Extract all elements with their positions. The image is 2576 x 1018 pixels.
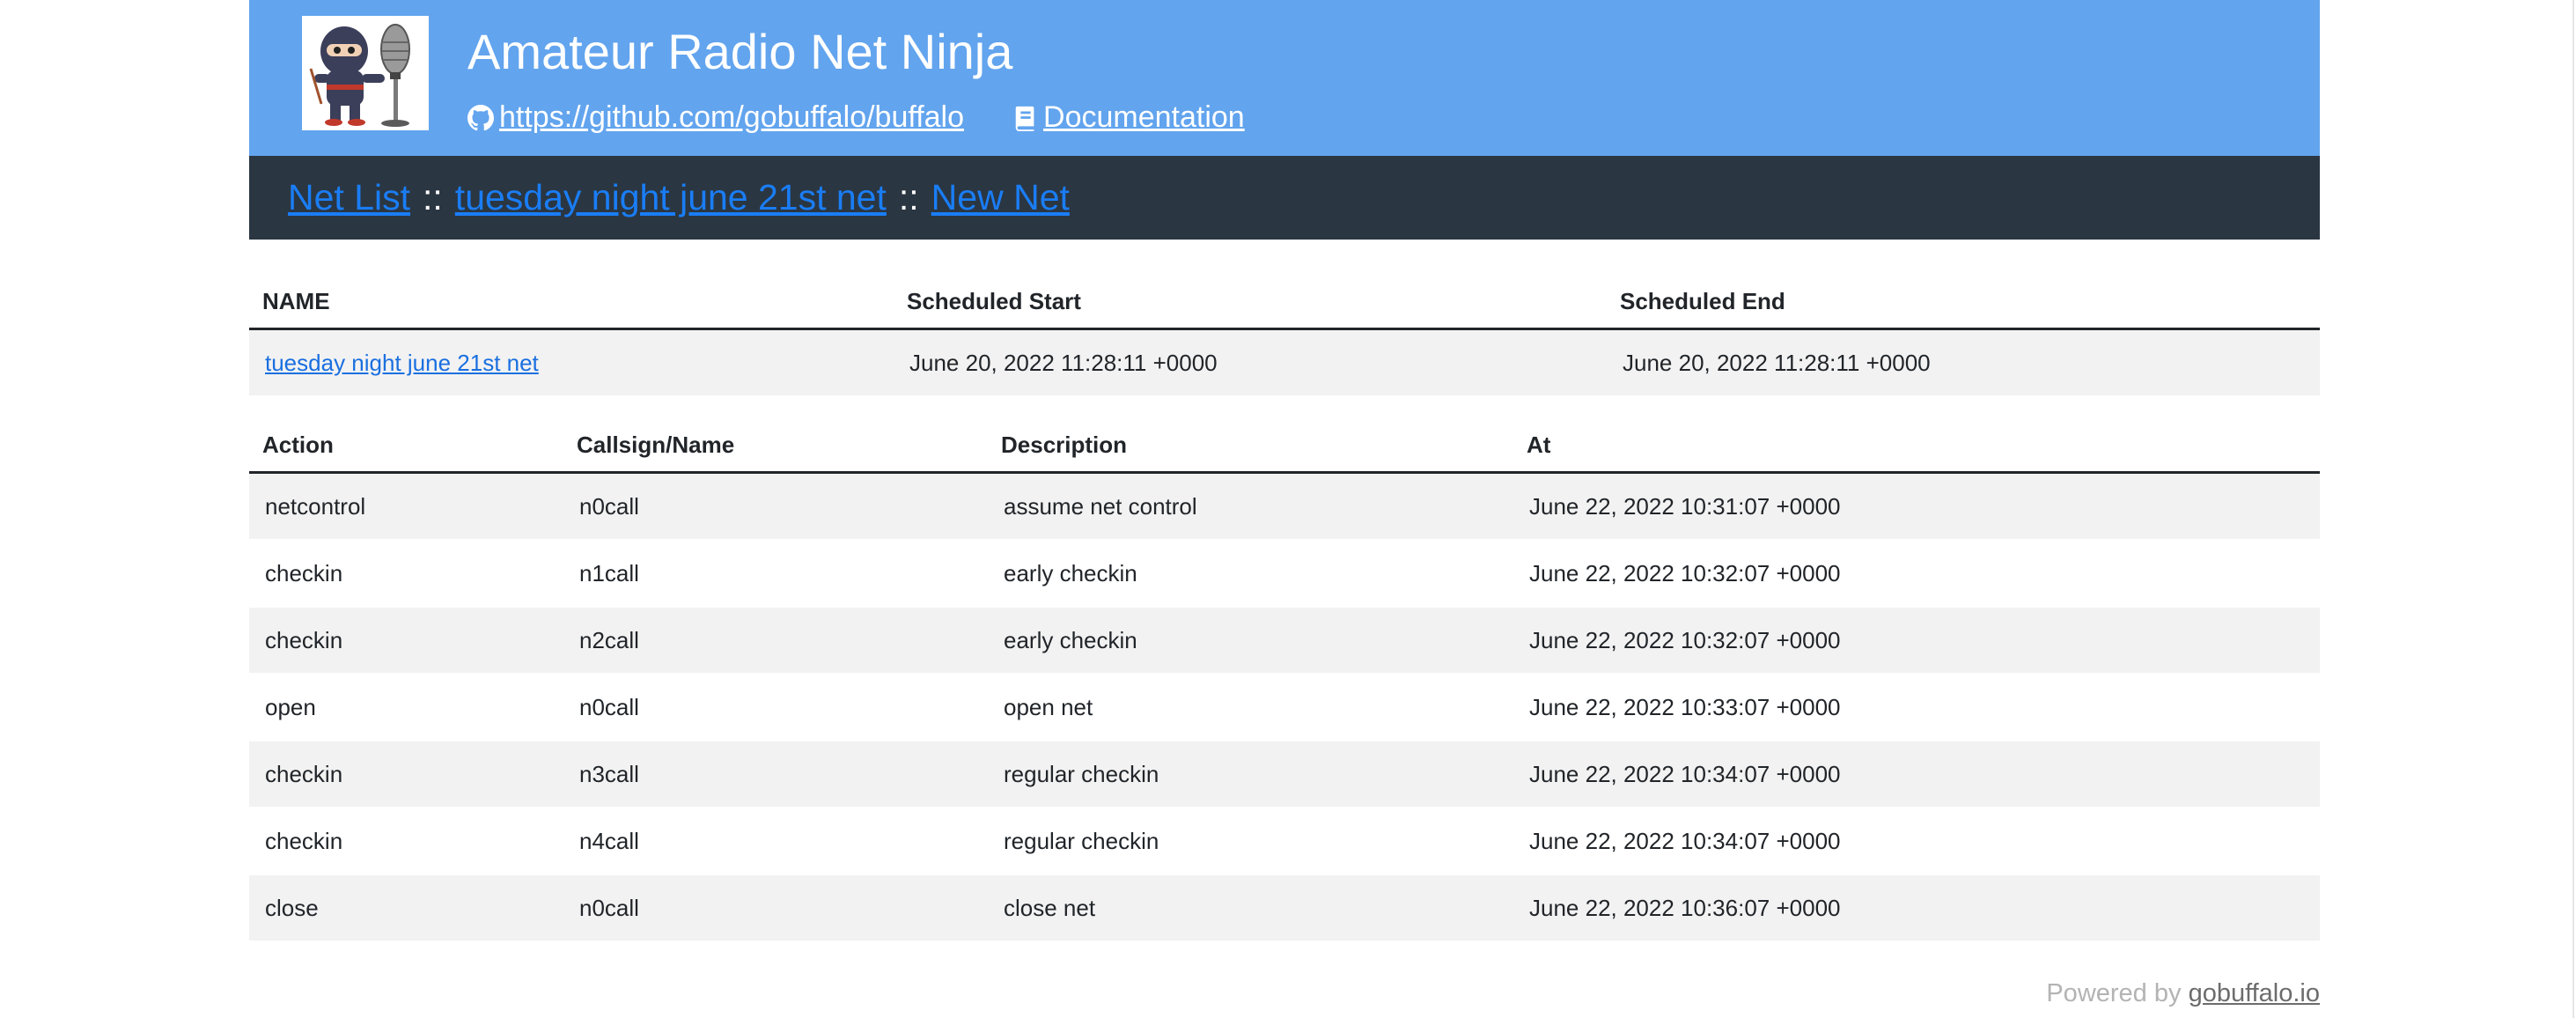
footer-prefix: Powered by	[2046, 979, 2182, 1007]
net-table-header-name: NAME	[249, 275, 894, 330]
table-row: close n0call close net June 22, 2022 10:…	[249, 874, 2320, 942]
table-row: tuesday night june 21st net June 20, 202…	[249, 328, 2320, 397]
event-action: netcontrol	[249, 472, 563, 541]
nav-separator: ::	[423, 177, 443, 218]
event-at: June 22, 2022 10:32:07 +0000	[1513, 607, 2320, 675]
event-description: close net	[988, 874, 1513, 942]
event-action: open	[249, 674, 563, 741]
site-footer: Powered by gobuffalo.io	[2046, 979, 2320, 1008]
site-header: Amateur Radio Net Ninja https://github.c…	[249, 0, 2320, 156]
table-row: checkin n2call early checkin June 22, 20…	[249, 607, 2320, 675]
net-table: NAME Scheduled Start Scheduled End tuesd…	[249, 275, 2320, 397]
event-at: June 22, 2022 10:33:07 +0000	[1513, 674, 2320, 741]
event-callsign: n4call	[563, 808, 988, 875]
event-at: June 22, 2022 10:36:07 +0000	[1513, 874, 2320, 942]
documentation-link-text: Documentation	[1043, 100, 1245, 134]
event-callsign: n1call	[563, 540, 988, 608]
nav-separator: ::	[898, 177, 919, 218]
site-title: Amateur Radio Net Ninja	[467, 24, 1013, 79]
events-table: Action Callsign/Name Description At netc…	[249, 418, 2320, 942]
ninja-logo-icon	[302, 16, 429, 130]
event-action: checkin	[249, 540, 563, 608]
event-description: open net	[988, 674, 1513, 741]
event-action: checkin	[249, 808, 563, 875]
table-row: checkin n3call regular checkin June 22, …	[249, 741, 2320, 808]
net-table-header-end: Scheduled End	[1607, 275, 2320, 330]
event-callsign: n0call	[563, 674, 988, 741]
events-table-header-row: Action Callsign/Name Description At	[249, 418, 2320, 474]
event-callsign: n2call	[563, 607, 988, 675]
events-header-description: Description	[988, 418, 1513, 474]
page-container: Amateur Radio Net Ninja https://github.c…	[249, 0, 2320, 1007]
nav-net-list-link[interactable]: Net List	[288, 177, 410, 218]
event-callsign: n0call	[563, 472, 988, 541]
event-description: early checkin	[988, 607, 1513, 675]
event-description: assume net control	[988, 472, 1513, 541]
events-header-callsign: Callsign/Name	[563, 418, 988, 474]
header-links: https://github.com/gobuffalo/buffalo Doc…	[467, 100, 1245, 135]
event-action: checkin	[249, 741, 563, 808]
net-table-header-row: NAME Scheduled Start Scheduled End	[249, 275, 2320, 330]
table-row: checkin n4call regular checkin June 22, …	[249, 808, 2320, 875]
event-callsign: n3call	[563, 741, 988, 808]
github-icon	[467, 104, 494, 130]
breadcrumb-nav: Net List :: tuesday night june 21st net …	[249, 156, 2320, 240]
event-action: close	[249, 874, 563, 942]
table-row: open n0call open net June 22, 2022 10:33…	[249, 674, 2320, 741]
event-at: June 22, 2022 10:34:07 +0000	[1513, 808, 2320, 875]
events-header-at: At	[1513, 418, 2320, 474]
event-description: early checkin	[988, 540, 1513, 608]
table-row: netcontrol n0call assume net control Jun…	[249, 472, 2320, 541]
github-link-text: https://github.com/gobuffalo/buffalo	[499, 100, 965, 134]
net-name-link[interactable]: tuesday night june 21st net	[265, 350, 539, 376]
documentation-link[interactable]: Documentation	[1013, 100, 1245, 135]
net-table-header-start: Scheduled Start	[894, 275, 1607, 330]
event-at: June 22, 2022 10:31:07 +0000	[1513, 472, 2320, 541]
table-row: checkin n1call early checkin June 22, 20…	[249, 540, 2320, 608]
events-header-action: Action	[249, 418, 563, 474]
net-start-cell: June 20, 2022 11:28:11 +0000	[894, 328, 1607, 397]
net-end-cell: June 20, 2022 11:28:11 +0000	[1607, 328, 2320, 397]
event-description: regular checkin	[988, 808, 1513, 875]
net-name-cell: tuesday night june 21st net	[249, 328, 894, 397]
nav-current-net-link[interactable]: tuesday night june 21st net	[455, 177, 887, 218]
nav-new-net-link[interactable]: New Net	[931, 177, 1070, 218]
book-icon	[1015, 106, 1034, 131]
footer-gobuffalo-link[interactable]: gobuffalo.io	[2189, 979, 2320, 1007]
event-at: June 22, 2022 10:34:07 +0000	[1513, 741, 2320, 808]
event-callsign: n0call	[563, 874, 988, 942]
github-link[interactable]: https://github.com/gobuffalo/buffalo	[467, 100, 964, 135]
page-scrollbar[interactable]	[2572, 0, 2574, 1018]
event-action: checkin	[249, 607, 563, 675]
event-description: regular checkin	[988, 741, 1513, 808]
event-at: June 22, 2022 10:32:07 +0000	[1513, 540, 2320, 608]
